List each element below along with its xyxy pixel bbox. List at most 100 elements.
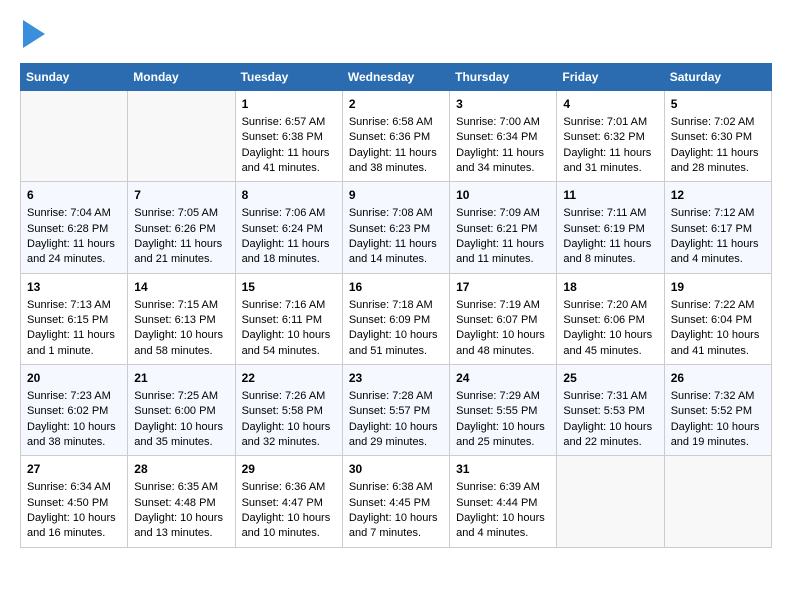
day-number: 29 [242,461,336,478]
day-info: Sunset: 6:26 PM [134,222,228,237]
calendar-cell: 13Sunrise: 7:13 AMSunset: 6:15 PMDayligh… [21,273,128,364]
day-info: Sunrise: 7:22 AM [671,298,765,313]
day-number: 23 [349,370,443,387]
calendar-cell: 28Sunrise: 6:35 AMSunset: 4:48 PMDayligh… [128,456,235,547]
calendar-cell: 26 Sunrise: 7:32 AMSunset: 5:52 PMDayligh… [664,365,771,456]
calendar-cell: 15Sunrise: 7:16 AMSunset: 6:11 PMDayligh… [235,273,342,364]
day-info: Sunset: 4:48 PM [134,496,228,511]
day-number: 6 [27,187,121,204]
day-number: 10 [456,187,550,204]
day-info: Sunrise: 7:13 AM [27,298,121,313]
day-info: Sunrise: 7:01 AM [563,115,657,130]
day-info: Sunrise: 7:05 AM [134,206,228,221]
weekday-header-sunday: Sunday [21,64,128,91]
day-number: 11 [563,187,657,204]
day-info: Sunset: 5:58 PM [242,404,336,419]
day-number: 17 [456,279,550,296]
day-info: Daylight: 11 hours and 11 minutes. [456,237,550,268]
day-info: Sunset: 6:34 PM [456,130,550,145]
day-number: 21 [134,370,228,387]
calendar-cell: 31Sunrise: 6:39 AMSunset: 4:44 PMDayligh… [450,456,557,547]
weekday-header-thursday: Thursday [450,64,557,91]
calendar-table: SundayMondayTuesdayWednesdayThursdayFrid… [20,63,772,548]
day-info: Sunrise: 6:57 AM [242,115,336,130]
day-info: Daylight: 11 hours and 28 minutes. [671,146,765,177]
calendar-cell: 1Sunrise: 6:57 AMSunset: 6:38 PMDaylight… [235,91,342,182]
day-info: Sunrise: 7:16 AM [242,298,336,313]
day-info: Sunrise: 7:32 AM [671,389,765,404]
day-info: Daylight: 10 hours and 58 minutes. [134,328,228,359]
day-info: Sunrise: 6:38 AM [349,480,443,495]
day-info: Sunrise: 7:20 AM [563,298,657,313]
day-info: Daylight: 10 hours and 19 minutes. [671,420,765,451]
day-number: 2 [349,96,443,113]
day-info: Sunrise: 7:12 AM [671,206,765,221]
calendar-cell: 19Sunrise: 7:22 AMSunset: 6:04 PMDayligh… [664,273,771,364]
logo-arrow-icon [23,20,45,48]
day-info: Sunset: 6:32 PM [563,130,657,145]
calendar-cell: 11Sunrise: 7:11 AMSunset: 6:19 PMDayligh… [557,182,664,273]
calendar-cell: 18 Sunrise: 7:20 AMSunset: 6:06 PMDayligh… [557,273,664,364]
day-info: Sunset: 6:00 PM [134,404,228,419]
day-info: Daylight: 10 hours and 32 minutes. [242,420,336,451]
day-info: Sunset: 6:13 PM [134,313,228,328]
day-info: Daylight: 11 hours and 38 minutes. [349,146,443,177]
calendar-cell: 7 Sunrise: 7:05 AMSunset: 6:26 PMDaylight… [128,182,235,273]
calendar-cell: 30Sunrise: 6:38 AMSunset: 4:45 PMDayligh… [342,456,449,547]
day-info: Sunset: 4:50 PM [27,496,121,511]
calendar-cell: 12Sunrise: 7:12 AMSunset: 6:17 PMDayligh… [664,182,771,273]
day-info: Sunrise: 7:15 AM [134,298,228,313]
calendar-cell: 3Sunrise: 7:00 AMSunset: 6:34 PMDaylight… [450,91,557,182]
day-info: Sunrise: 6:58 AM [349,115,443,130]
day-number: 4 [563,96,657,113]
weekday-header-wednesday: Wednesday [342,64,449,91]
day-info: Sunset: 5:52 PM [671,404,765,419]
day-number: 3 [456,96,550,113]
day-info: Daylight: 11 hours and 8 minutes. [563,237,657,268]
weekday-header-tuesday: Tuesday [235,64,342,91]
day-number: 18 [563,279,657,296]
day-info: Sunset: 6:36 PM [349,130,443,145]
day-info: Daylight: 11 hours and 31 minutes. [563,146,657,177]
day-number: 25 [563,370,657,387]
day-number: 26 [671,370,765,387]
calendar-cell: 4 Sunrise: 7:01 AMSunset: 6:32 PMDaylight… [557,91,664,182]
calendar-cell: 14Sunrise: 7:15 AMSunset: 6:13 PMDayligh… [128,273,235,364]
day-number: 7 [134,187,228,204]
calendar-cell: 24Sunrise: 7:29 AMSunset: 5:55 PMDayligh… [450,365,557,456]
day-info: Sunrise: 7:06 AM [242,206,336,221]
day-info: Sunrise: 7:23 AM [27,389,121,404]
calendar-cell: 21Sunrise: 7:25 AMSunset: 6:00 PMDayligh… [128,365,235,456]
day-info: Sunrise: 6:36 AM [242,480,336,495]
day-info: Daylight: 10 hours and 45 minutes. [563,328,657,359]
day-info: Daylight: 10 hours and 51 minutes. [349,328,443,359]
day-info: Daylight: 10 hours and 35 minutes. [134,420,228,451]
day-info: Sunrise: 7:28 AM [349,389,443,404]
calendar-cell: 29Sunrise: 6:36 AMSunset: 4:47 PMDayligh… [235,456,342,547]
weekday-header-friday: Friday [557,64,664,91]
day-info: Sunset: 6:06 PM [563,313,657,328]
day-number: 28 [134,461,228,478]
day-info: Daylight: 10 hours and 22 minutes. [563,420,657,451]
day-info: Sunset: 6:11 PM [242,313,336,328]
day-number: 20 [27,370,121,387]
calendar-cell: 8Sunrise: 7:06 AMSunset: 6:24 PMDaylight… [235,182,342,273]
day-info: Sunset: 6:21 PM [456,222,550,237]
calendar-cell: 10Sunrise: 7:09 AMSunset: 6:21 PMDayligh… [450,182,557,273]
day-number: 13 [27,279,121,296]
calendar-cell: 25Sunrise: 7:31 AMSunset: 5:53 PMDayligh… [557,365,664,456]
weekday-header-monday: Monday [128,64,235,91]
day-info: Sunrise: 7:00 AM [456,115,550,130]
day-info: Sunset: 6:17 PM [671,222,765,237]
day-info: Daylight: 10 hours and 10 minutes. [242,511,336,542]
day-info: Sunset: 6:38 PM [242,130,336,145]
day-info: Daylight: 11 hours and 18 minutes. [242,237,336,268]
day-number: 19 [671,279,765,296]
day-info: Daylight: 10 hours and 54 minutes. [242,328,336,359]
calendar-cell: 5Sunrise: 7:02 AMSunset: 6:30 PMDaylight… [664,91,771,182]
day-info: Sunset: 6:23 PM [349,222,443,237]
day-info: Sunset: 6:09 PM [349,313,443,328]
day-info: Daylight: 11 hours and 21 minutes. [134,237,228,268]
calendar-cell [664,456,771,547]
day-info: Sunrise: 7:31 AM [563,389,657,404]
